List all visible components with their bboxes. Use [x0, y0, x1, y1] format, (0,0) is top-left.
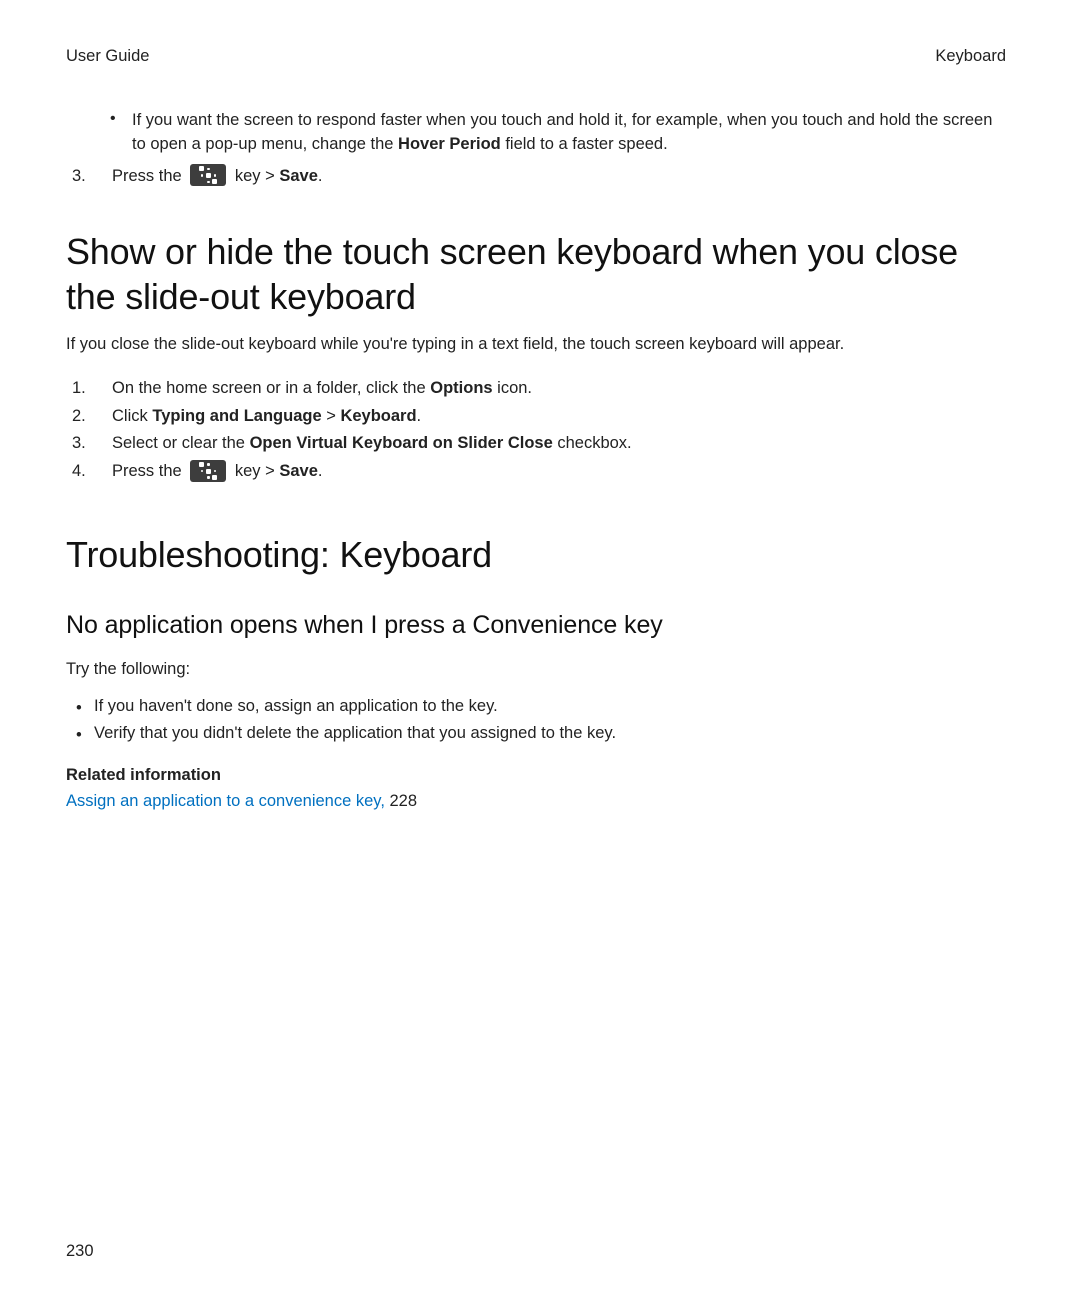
related-info-heading: Related information — [66, 764, 1006, 788]
step-body: On the home screen or in a folder, click… — [112, 377, 1006, 401]
step-text-mid: key > — [230, 462, 279, 480]
related-info-line: Assign an application to a convenience k… — [66, 790, 1006, 814]
bullet-text: If you haven't done so, assign an applic… — [94, 697, 498, 715]
step-text-pre: Press the — [112, 462, 186, 480]
step-text-mid: key > — [230, 167, 279, 185]
step-text-b: checkbox. — [553, 434, 632, 452]
step-bold-save: Save — [279, 167, 318, 185]
step-row: 4. Press the key > Save. — [66, 460, 1006, 484]
page-header: User Guide Keyboard — [66, 45, 1006, 69]
step-bold-typing-language: Typing and Language — [152, 407, 321, 425]
step-bold-options: Options — [430, 379, 492, 397]
step-row: 3. Select or clear the Open Virtual Keyb… — [66, 432, 1006, 456]
page-number: 230 — [66, 1240, 94, 1264]
troubleshoot-bullets: • If you haven't done so, assign an appl… — [66, 695, 1006, 746]
step-text-b: icon. — [493, 379, 532, 397]
step-row: 2. Click Typing and Language > Keyboard. — [66, 405, 1006, 429]
step-text-pre: Press the — [112, 167, 186, 185]
bullet-dot-icon: • — [110, 111, 116, 127]
step-text-mid: > — [322, 407, 341, 425]
step-number: 4. — [66, 460, 112, 484]
paragraph-a: If you close the slide-out keyboard whil… — [66, 333, 1006, 357]
carryover-steps: 3. Press the key > Save. — [66, 165, 1006, 189]
bullet-bold-hover-period: Hover Period — [398, 135, 501, 153]
step-body: Press the key > Save. — [112, 165, 1006, 189]
related-page-ref: 228 — [385, 792, 417, 810]
heading-troubleshooting: Troubleshooting: Keyboard — [66, 532, 1006, 577]
bullet-text-part-b: field to a faster speed. — [501, 135, 668, 153]
heading-show-hide-keyboard: Show or hide the touch screen keyboard w… — [66, 229, 1006, 319]
step-bold-keyboard: Keyboard — [340, 407, 416, 425]
step-number: 2. — [66, 405, 112, 429]
step-text-post: . — [318, 167, 323, 185]
step-body: Click Typing and Language > Keyboard. — [112, 405, 1006, 429]
step-number: 3. — [66, 432, 112, 456]
step-text-a: Select or clear the — [112, 434, 250, 452]
step-text-post: . — [318, 462, 323, 480]
step-bold-save: Save — [279, 462, 318, 480]
step-body: Press the key > Save. — [112, 460, 1006, 484]
bullet-dot-icon: • — [76, 697, 82, 721]
step-bold-open-virtual: Open Virtual Keyboard on Slider Close — [250, 434, 553, 452]
step-number: 3. — [66, 165, 112, 189]
header-left: User Guide — [66, 45, 149, 69]
step-row: 1. On the home screen or in a folder, cl… — [66, 377, 1006, 401]
list-item: • Verify that you didn't delete the appl… — [66, 722, 1006, 746]
step-text-a: Click — [112, 407, 152, 425]
step-number: 1. — [66, 377, 112, 401]
blackberry-menu-key-icon — [190, 460, 226, 482]
paragraph-try: Try the following: — [66, 658, 1006, 682]
bullet-dot-icon: • — [76, 724, 82, 748]
header-right: Keyboard — [935, 45, 1006, 69]
step-text-a: On the home screen or in a folder, click… — [112, 379, 430, 397]
carryover-bullet: • If you want the screen to respond fast… — [66, 109, 1006, 157]
subheading-convenience-key: No application opens when I press a Conv… — [66, 607, 1006, 643]
list-item: • If you haven't done so, assign an appl… — [66, 695, 1006, 719]
step-text-b: . — [417, 407, 422, 425]
steps-show-hide: 1. On the home screen or in a folder, cl… — [66, 377, 1006, 485]
bullet-text: Verify that you didn't delete the applic… — [94, 724, 616, 742]
document-page: User Guide Keyboard • If you want the sc… — [0, 0, 1080, 1296]
blackberry-menu-key-icon — [190, 164, 226, 186]
step-body: Select or clear the Open Virtual Keyboar… — [112, 432, 1006, 456]
related-link-assign-convenience-key[interactable]: Assign an application to a convenience k… — [66, 792, 385, 810]
carryover-step-3: 3. Press the key > Save. — [66, 165, 1006, 189]
